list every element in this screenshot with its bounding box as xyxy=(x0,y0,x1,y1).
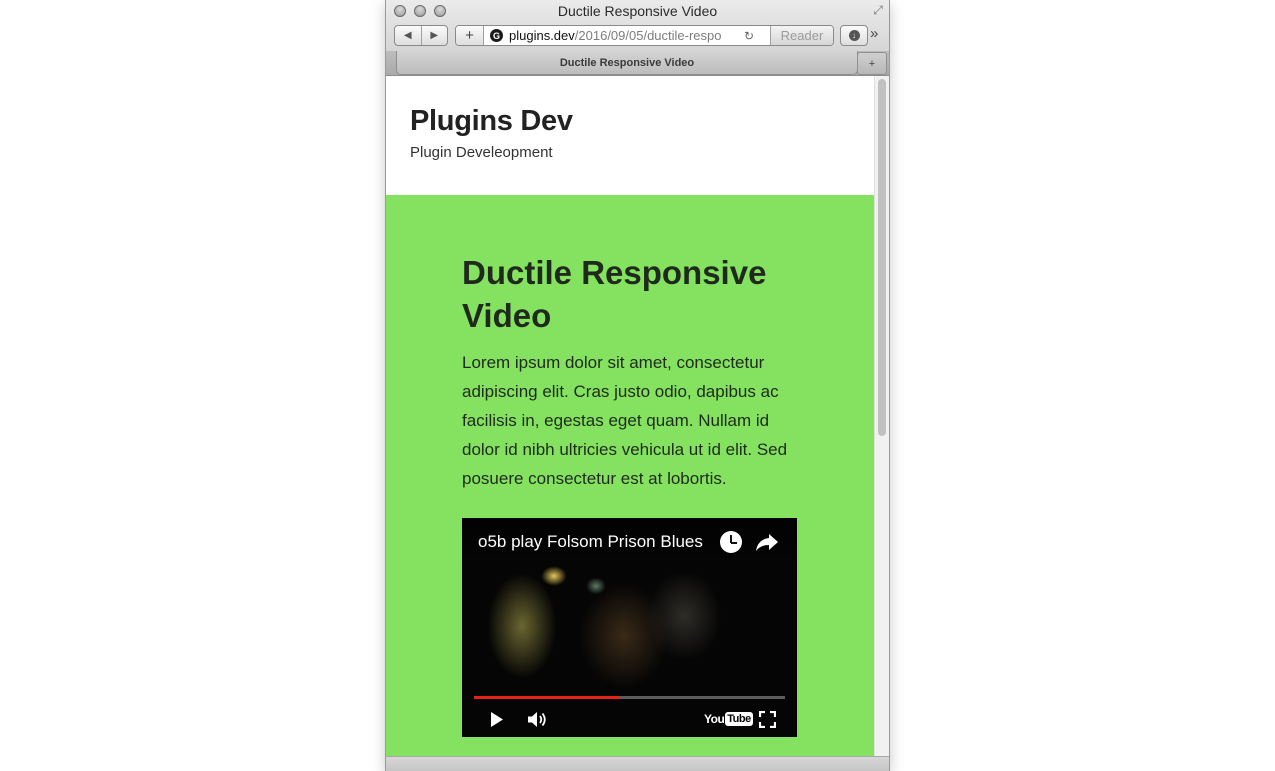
downloads-button[interactable]: ↓ xyxy=(840,25,868,46)
clock-icon[interactable] xyxy=(720,531,742,553)
status-bar xyxy=(386,756,889,771)
back-button[interactable]: ◀ xyxy=(395,26,421,45)
fullscreen-toggle-icon[interactable]: ⤢ xyxy=(871,3,885,17)
scrollbar-thumb[interactable] xyxy=(878,79,886,436)
url-path: /2016/09/05/ductile-respo xyxy=(574,28,722,43)
site-header: Plugins Dev Plugin Develeopment xyxy=(386,76,874,195)
tab-ductile-responsive-video[interactable]: Ductile Responsive Video xyxy=(396,51,858,75)
site-favicon-icon: G xyxy=(490,29,503,42)
video-progress-fill xyxy=(474,696,621,699)
download-icon: ↓ xyxy=(848,30,860,41)
forward-button[interactable]: ▶ xyxy=(420,26,448,45)
window-title: Ductile Responsive Video xyxy=(557,3,718,19)
video-progress-bar[interactable] xyxy=(474,696,785,699)
page-viewport: Plugins Dev Plugin Develeopment Ductile … xyxy=(386,76,874,756)
video-frame xyxy=(484,546,759,696)
youtube-logo-tube: Tube xyxy=(725,712,753,726)
history-navigation: ◀ ▶ xyxy=(394,25,448,46)
tab-bar: Ductile Responsive Video + xyxy=(386,51,889,75)
plus-icon: + xyxy=(465,27,474,44)
new-tab-button[interactable]: + xyxy=(857,52,887,75)
vertical-scrollbar[interactable] xyxy=(874,76,889,756)
post-article: Ductile Responsive Video Lorem ipsum dol… xyxy=(462,251,797,493)
reader-button[interactable]: Reader xyxy=(770,26,833,45)
share-icon[interactable] xyxy=(755,531,779,553)
forward-arrow-icon: ▶ xyxy=(430,30,439,41)
fullscreen-icon[interactable] xyxy=(759,711,776,728)
youtube-logo[interactable]: You Tube xyxy=(704,712,753,726)
play-icon[interactable] xyxy=(490,711,504,728)
post-body: Lorem ipsum dolor sit amet, consectetur … xyxy=(462,353,788,488)
reload-icon[interactable]: ↻ xyxy=(741,29,757,43)
url-input[interactable]: plugins.dev/2016/09/05/ductile-respo xyxy=(509,28,741,43)
youtube-video-player[interactable]: o5b play Folsom Prison Blues You Tube xyxy=(462,518,797,737)
back-arrow-icon: ◀ xyxy=(403,30,412,41)
chevron-double-right-icon[interactable]: » xyxy=(870,25,878,42)
address-bar: + G plugins.dev/2016/09/05/ductile-respo… xyxy=(455,25,834,46)
url-domain: plugins.dev xyxy=(509,28,575,43)
plus-icon: + xyxy=(868,57,876,70)
video-title[interactable]: o5b play Folsom Prison Blues xyxy=(478,532,703,552)
post-title: Ductile Responsive Video xyxy=(462,254,767,334)
volume-icon[interactable] xyxy=(527,711,547,728)
browser-window: Ductile Responsive Video ⤢ ◀ ▶ + G plugi… xyxy=(386,0,889,771)
browser-chrome: Ductile Responsive Video ⤢ ◀ ▶ + G plugi… xyxy=(386,0,889,76)
youtube-logo-you: You xyxy=(704,712,725,726)
add-bookmark-button[interactable]: + xyxy=(456,26,484,45)
site-title[interactable]: Plugins Dev xyxy=(410,105,573,138)
site-description: Plugin Develeopment xyxy=(410,144,553,161)
